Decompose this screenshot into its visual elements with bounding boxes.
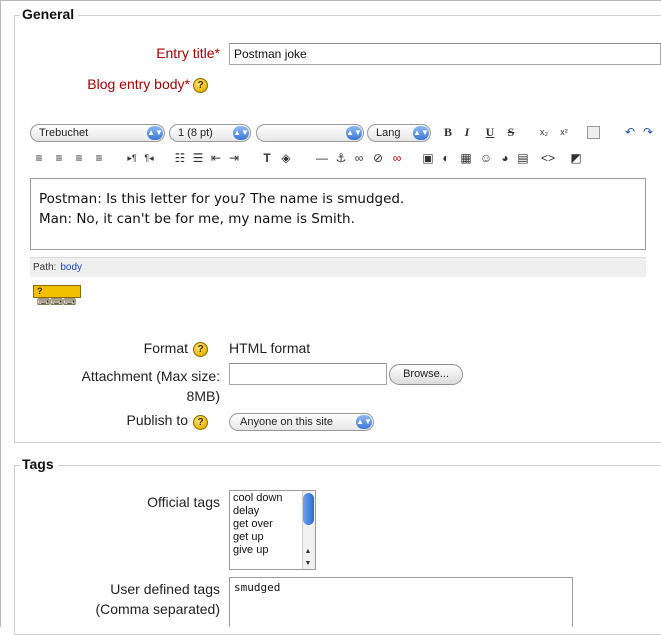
- nolink-icon[interactable]: ∞: [389, 150, 405, 166]
- fullscreen-icon[interactable]: ◩: [568, 150, 584, 166]
- user-tags-label: User defined tags (Comma separated): [40, 579, 221, 619]
- lang-select[interactable]: Lang ▲▼: [367, 124, 431, 142]
- chevron-updown-icon: ▲▼: [356, 415, 372, 429]
- chevron-updown-icon: ▲▼: [346, 126, 362, 140]
- bold-button[interactable]: B: [440, 124, 456, 140]
- format-value: HTML format: [229, 340, 311, 356]
- italic-button[interactable]: I: [459, 124, 475, 140]
- entry-title-label: Entry title*: [100, 45, 220, 61]
- editor-path-bar: Path: body: [30, 257, 646, 277]
- image-icon[interactable]: ▣: [420, 150, 436, 166]
- font-size-value: 1 (8 pt): [178, 127, 213, 139]
- browse-button[interactable]: Browse...: [389, 364, 463, 385]
- scrollbar-thumb[interactable]: [303, 493, 314, 525]
- horizontal-rule-icon[interactable]: —: [314, 150, 330, 166]
- special-char-icon[interactable]: ▤: [515, 150, 531, 166]
- official-tags-listbox[interactable]: cool down delay get over get up give up …: [229, 490, 316, 570]
- entry-title-label-text: Entry title: [156, 45, 215, 61]
- list-item[interactable]: get up: [233, 531, 312, 544]
- attachment-file-input[interactable]: [229, 363, 387, 385]
- editor-content-line: Postman: Is this letter for you? The nam…: [39, 191, 405, 207]
- user-tags-label-line: (Comma separated): [95, 601, 221, 617]
- official-tags-label: Official tags: [147, 494, 220, 510]
- editor-content-line: Man: No, it can't be for me, my name is …: [39, 211, 355, 227]
- indent-icon[interactable]: ⇥: [226, 150, 242, 166]
- background-color-icon[interactable]: ◈: [278, 150, 294, 166]
- attachment-label: Attachment (Max size: 8MB): [40, 366, 221, 406]
- table-icon[interactable]: ▦: [458, 150, 474, 166]
- publish-select[interactable]: Anyone on this site ▲▼: [229, 413, 374, 431]
- ordered-list-icon[interactable]: ☷: [172, 150, 188, 166]
- paste-word-icon[interactable]: [587, 126, 600, 139]
- outdent-icon[interactable]: ⇤: [208, 150, 224, 166]
- align-center-icon[interactable]: ≡: [51, 150, 67, 166]
- superscript-button[interactable]: x²: [556, 124, 572, 140]
- user-tags-label-line: User defined tags: [110, 581, 220, 597]
- user-tags-textarea[interactable]: smudged: [229, 577, 573, 627]
- subscript-button[interactable]: x₂: [536, 124, 552, 140]
- editor-content-area[interactable]: Postman: Is this letter for you? The nam…: [30, 178, 646, 250]
- lang-value: Lang: [376, 127, 401, 139]
- redo-icon[interactable]: ↷: [640, 124, 656, 140]
- publish-label: Publish to: [126, 412, 188, 428]
- blog-body-label: Blog entry body*: [40, 76, 190, 92]
- attachment-label-line: 8MB): [186, 388, 220, 404]
- list-item[interactable]: delay: [233, 505, 312, 518]
- anchor-icon[interactable]: ⚓: [333, 150, 349, 166]
- strikethrough-button[interactable]: S: [503, 124, 519, 140]
- publish-value: Anyone on this site: [240, 416, 333, 428]
- html-source-icon[interactable]: <>: [540, 150, 556, 166]
- font-family-value: Trebuchet: [39, 127, 89, 139]
- general-legend: General: [20, 6, 79, 22]
- chevron-updown-icon: ▲▼: [233, 126, 249, 140]
- path-body-link[interactable]: body: [60, 262, 82, 273]
- media-icon[interactable]: ◐: [438, 150, 454, 166]
- help-icon[interactable]: ?: [193, 78, 208, 93]
- rtl-icon[interactable]: ¶◂: [141, 150, 157, 166]
- blog-body-label-text: Blog entry body: [87, 76, 185, 92]
- undo-icon[interactable]: ↶: [622, 124, 638, 140]
- required-mark: *: [184, 76, 190, 92]
- chevron-updown-icon: ▲▼: [147, 126, 163, 140]
- justify-icon[interactable]: ≡: [91, 150, 107, 166]
- chevron-updown-icon: ▲▼: [413, 126, 429, 140]
- underline-button[interactable]: U: [482, 124, 498, 140]
- unordered-list-icon[interactable]: ☰: [190, 150, 206, 166]
- list-item[interactable]: cool down: [233, 492, 312, 505]
- font-size-select[interactable]: 1 (8 pt) ▲▼: [169, 124, 251, 142]
- text-color-icon[interactable]: T: [259, 150, 275, 166]
- align-right-icon[interactable]: ≡: [71, 150, 87, 166]
- unlink-icon[interactable]: ⊘: [370, 150, 386, 166]
- path-label: Path:: [33, 262, 57, 273]
- list-item[interactable]: get over: [233, 518, 312, 531]
- attachment-label-line: Attachment (Max size:: [81, 368, 221, 384]
- style-select[interactable]: ▲▼: [256, 124, 364, 142]
- required-mark: *: [214, 45, 220, 61]
- help-icon[interactable]: ?: [193, 342, 208, 357]
- emoticon-icon[interactable]: ◕: [497, 150, 513, 166]
- keyboard-help-button[interactable]: ? ⌨⌨⌨: [33, 285, 81, 307]
- help-icon[interactable]: ?: [193, 415, 208, 430]
- align-left-icon[interactable]: ≡: [31, 150, 47, 166]
- list-item[interactable]: give up: [233, 544, 312, 557]
- ltr-icon[interactable]: ▸¶: [124, 150, 140, 166]
- link-icon[interactable]: ∞: [351, 150, 367, 166]
- format-label: Format: [143, 340, 188, 356]
- scroll-down-icon[interactable]: ▼: [303, 557, 313, 569]
- font-family-select[interactable]: Trebuchet ▲▼: [30, 124, 165, 142]
- tags-legend: Tags: [20, 456, 58, 472]
- entry-title-input[interactable]: Postman joke: [229, 43, 661, 65]
- smiley-icon[interactable]: ☺: [478, 150, 494, 166]
